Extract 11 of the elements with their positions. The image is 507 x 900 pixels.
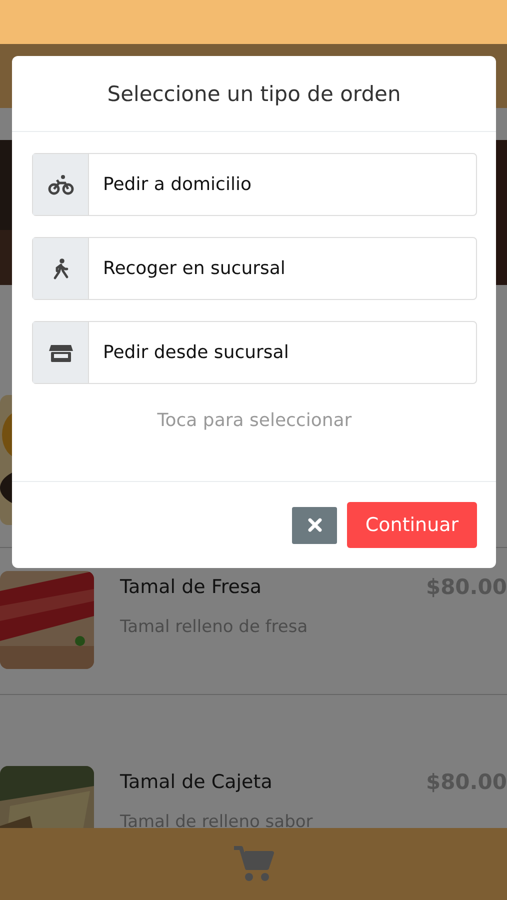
order-option[interactable]: Pedir desde sucursal — [32, 321, 477, 384]
product-name: Tamal de Cajeta — [120, 771, 272, 793]
order-option[interactable]: Pedir a domicilio — [32, 153, 477, 216]
close-button[interactable] — [292, 506, 337, 544]
walking-person-icon — [52, 258, 68, 280]
product-name: Tamal de Fresa — [120, 576, 262, 598]
hint-text: Toca para seleccionar — [156, 410, 353, 431]
motorbike-icon — [48, 174, 74, 196]
close-icon — [308, 518, 322, 532]
order-option[interactable]: Recoger en sucursal — [32, 237, 477, 300]
dialog-title: Seleccione un tipo de orden — [12, 56, 496, 132]
